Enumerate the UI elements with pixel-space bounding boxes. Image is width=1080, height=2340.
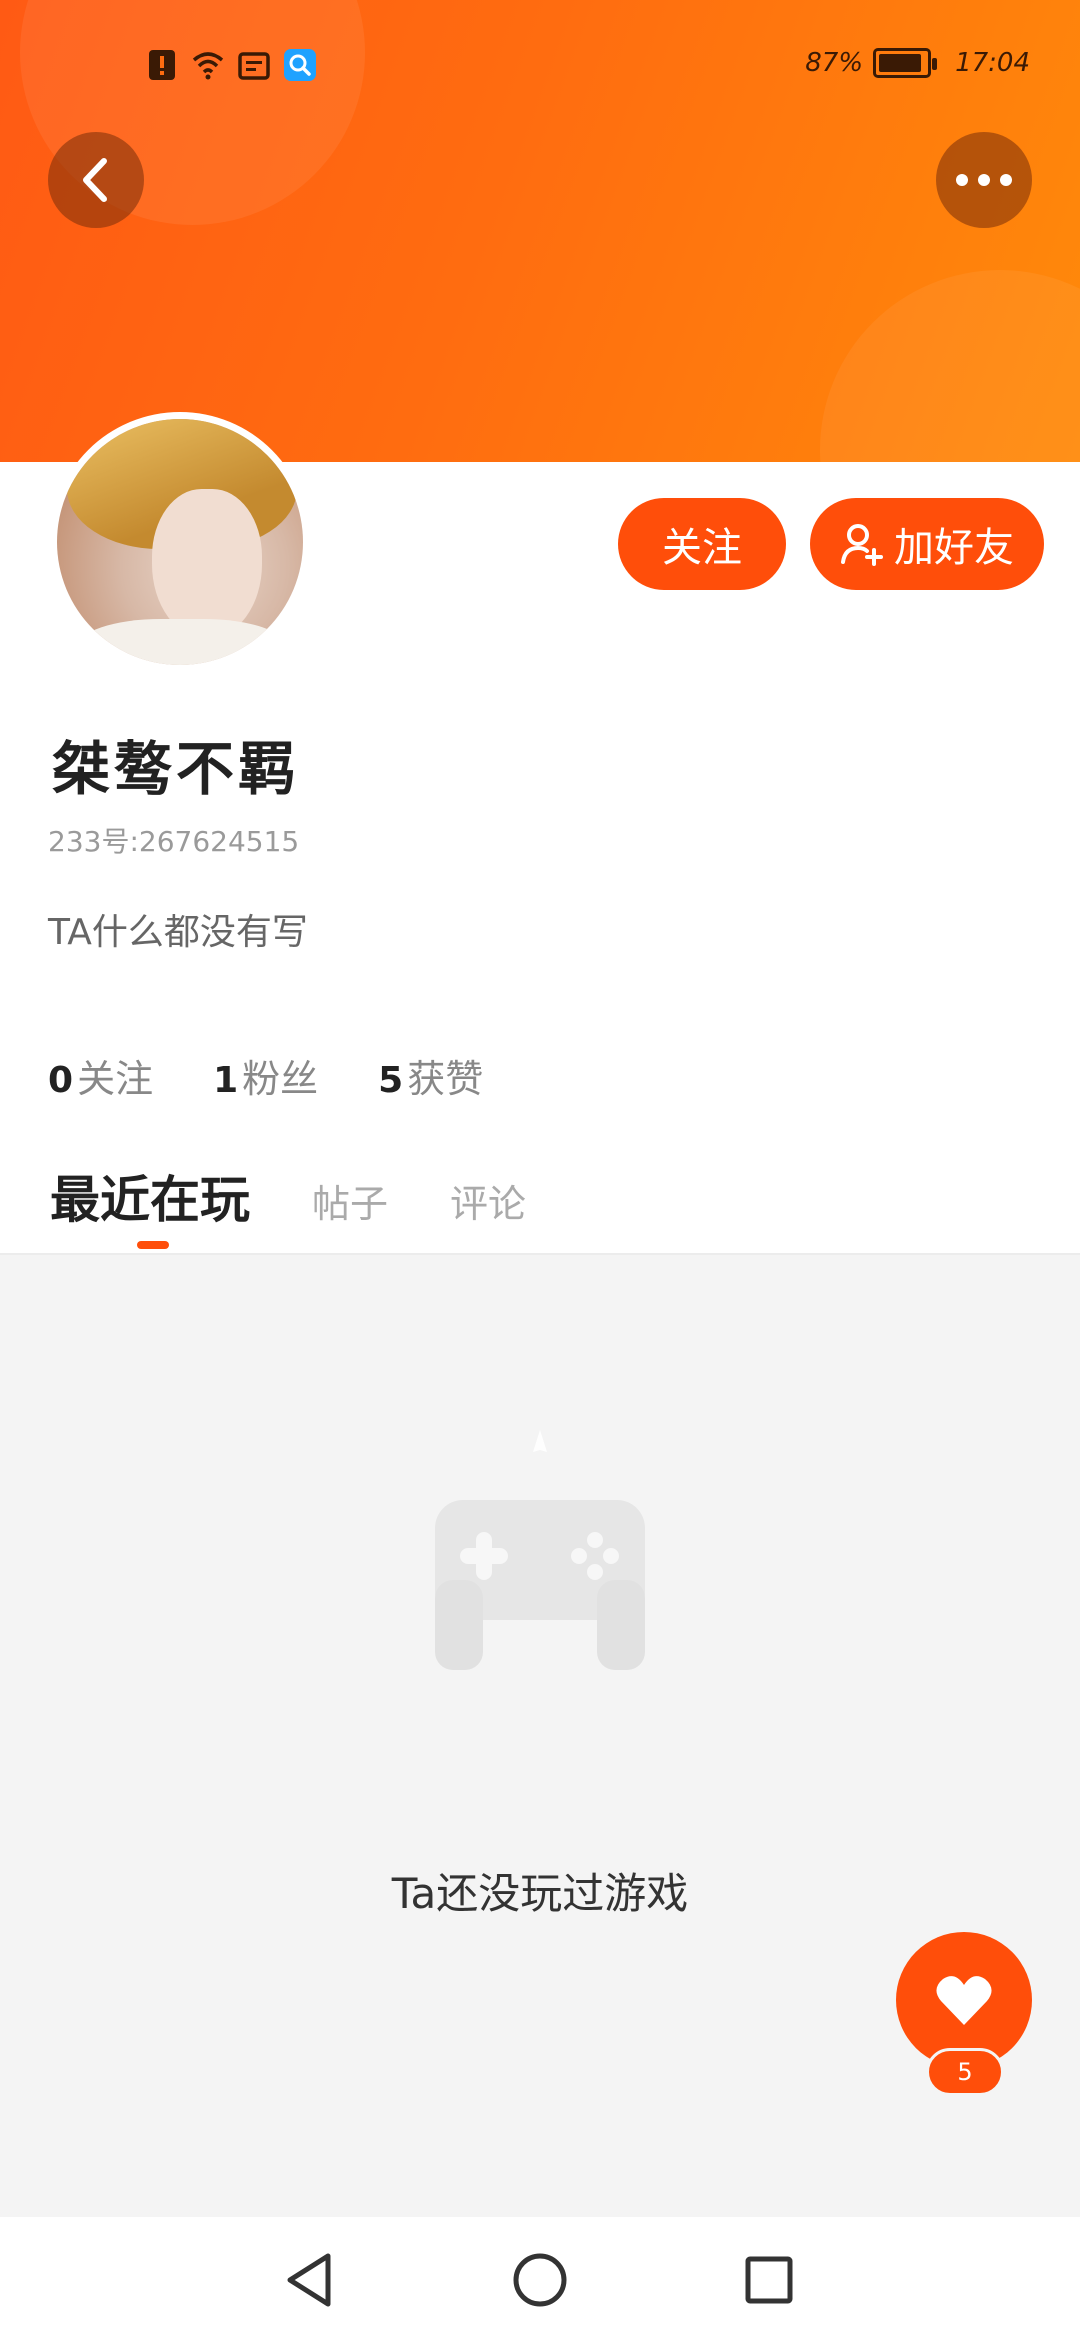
- avatar[interactable]: [50, 412, 310, 672]
- stat-label: 获赞: [407, 1057, 484, 1101]
- stat-label: 粉丝: [242, 1057, 319, 1101]
- stat-followers[interactable]: 1 粉丝: [213, 1048, 318, 1103]
- system-nav-bar: [0, 2217, 1080, 2340]
- tab-indicator: [137, 1241, 169, 1249]
- profile-stats: 0 关注 1 粉丝 5 获赞: [48, 1048, 483, 1103]
- follow-button-label: 关注: [662, 525, 742, 571]
- heart-icon: [936, 1976, 992, 2025]
- tab-recently-played[interactable]: 最近在玩: [50, 1160, 250, 1232]
- profile-tabs: 最近在玩 帖子 评论: [50, 1160, 526, 1232]
- stat-following[interactable]: 0 关注: [48, 1048, 153, 1103]
- search-app-icon: [284, 49, 316, 81]
- stat-likes[interactable]: 5 获赞: [378, 1048, 483, 1103]
- stat-count: 1: [213, 1060, 239, 1101]
- empty-state-message: Ta还没玩过游戏: [391, 1869, 689, 1918]
- nav-home-button[interactable]: [507, 2247, 573, 2313]
- add-user-icon: [841, 524, 883, 566]
- square-recents-icon: [745, 2256, 793, 2304]
- status-bar: 87% 17:04: [0, 40, 1080, 92]
- chevron-left-icon: [83, 158, 107, 202]
- nav-recents-button[interactable]: [736, 2247, 802, 2313]
- add-friend-button[interactable]: 加好友: [810, 498, 1044, 590]
- alert-icon: [149, 50, 175, 80]
- profile-name: 桀骜不羁: [52, 735, 301, 803]
- like-count-badge: 5: [926, 2048, 1004, 2096]
- profile-uid: 233号:267624515: [48, 825, 300, 858]
- battery-percent: 87%: [805, 48, 864, 78]
- profile-page: 87% 17:04 关注 加好友 桀骜不羁 233号:267624515 TA什…: [0, 0, 1080, 2340]
- add-friend-button-label: 加好友: [894, 525, 1014, 571]
- profile-bio: TA什么都没有写: [48, 912, 308, 953]
- tab-content: [0, 1253, 1080, 2217]
- tab-comments[interactable]: 评论: [450, 1173, 526, 1228]
- message-icon: [238, 52, 270, 80]
- follow-button[interactable]: 关注: [618, 498, 786, 590]
- more-button[interactable]: [936, 132, 1032, 228]
- more-dots-icon: [956, 174, 1012, 186]
- gamepad-icon: [435, 1430, 645, 1670]
- stat-count: 0: [48, 1060, 74, 1101]
- battery-icon: [873, 48, 938, 78]
- triangle-back-icon: [287, 2253, 331, 2307]
- nav-back-button[interactable]: [276, 2247, 342, 2313]
- circle-home-icon: [513, 2253, 567, 2307]
- back-button[interactable]: [48, 132, 144, 228]
- stat-count: 5: [378, 1060, 404, 1101]
- clock: 17:04: [955, 48, 1030, 78]
- stat-label: 关注: [77, 1057, 154, 1101]
- tab-posts[interactable]: 帖子: [312, 1173, 388, 1228]
- wifi-icon: [192, 52, 224, 80]
